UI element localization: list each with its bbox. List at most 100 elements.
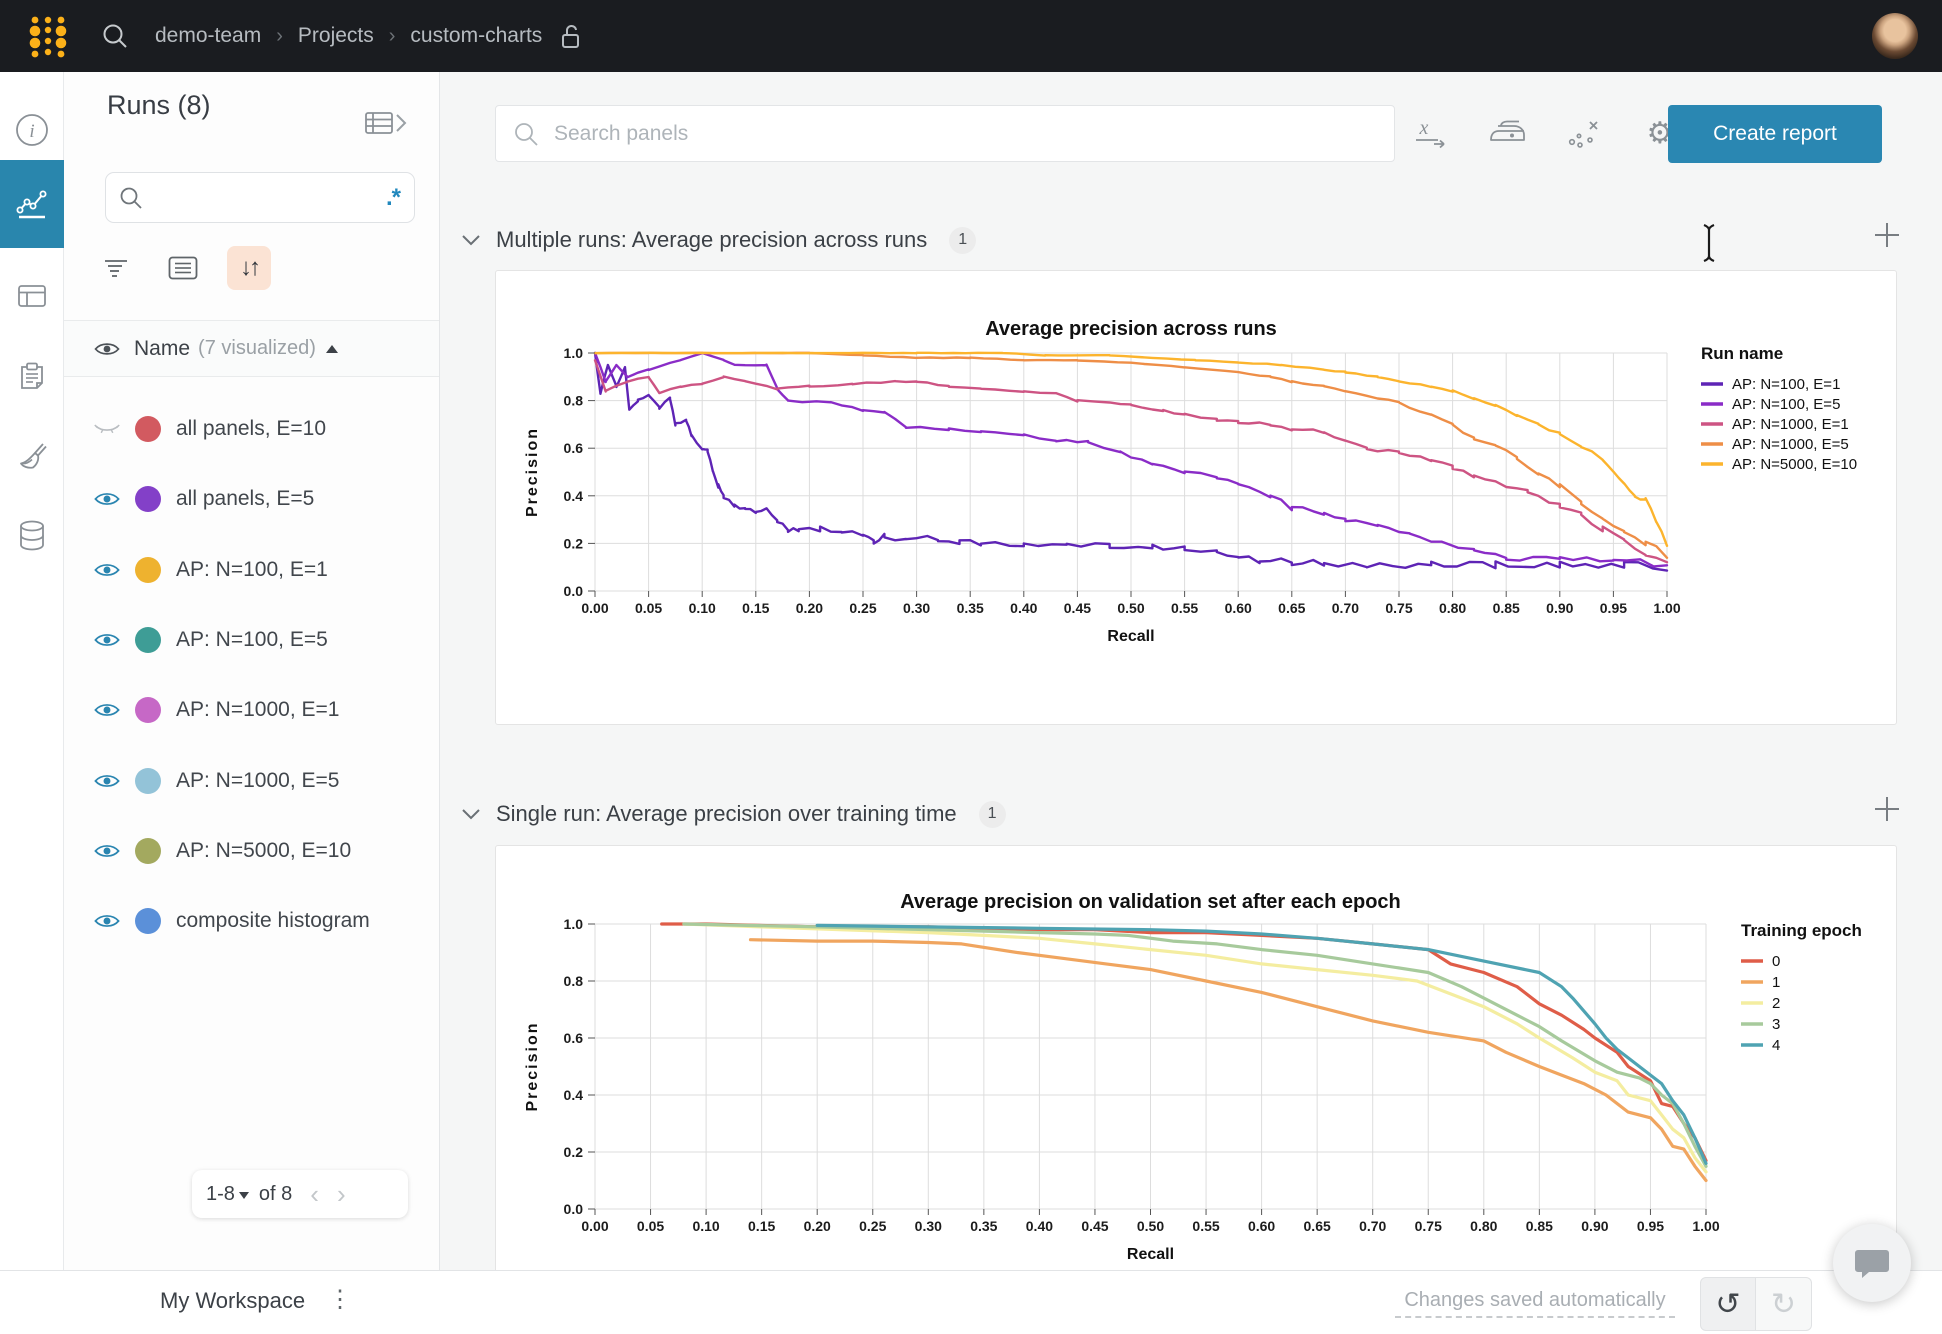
svg-text:2: 2 bbox=[1772, 995, 1780, 1012]
run-visibility-toggle[interactable] bbox=[94, 631, 120, 649]
eye-icon bbox=[94, 701, 120, 719]
chevron-down-icon[interactable] bbox=[239, 1192, 249, 1199]
add-panel-button[interactable] bbox=[1872, 794, 1902, 824]
runs-search-input[interactable] bbox=[154, 187, 386, 209]
prev-page-button[interactable]: ‹ bbox=[310, 1181, 319, 1207]
svg-text:Run name: Run name bbox=[1701, 344, 1783, 363]
run-row[interactable]: all panels, E=5 bbox=[64, 464, 439, 534]
workspace-toolbar-icons: x bbox=[1410, 105, 1682, 162]
eye-icon[interactable] bbox=[94, 340, 120, 358]
svg-text:0.95: 0.95 bbox=[1637, 1218, 1664, 1234]
svg-text:0.35: 0.35 bbox=[957, 600, 984, 616]
breadcrumb-team[interactable]: demo-team bbox=[155, 24, 261, 48]
run-visibility-toggle[interactable] bbox=[94, 420, 120, 438]
run-name: AP: N=5000, E=10 bbox=[176, 839, 351, 863]
svg-text:0.05: 0.05 bbox=[637, 1218, 664, 1234]
run-color-dot bbox=[135, 557, 161, 583]
svg-text:0.80: 0.80 bbox=[1439, 600, 1466, 616]
svg-text:0.8: 0.8 bbox=[564, 393, 584, 409]
runs-name-header[interactable]: Name (7 visualized) bbox=[64, 320, 439, 377]
collapse-section-button[interactable] bbox=[460, 807, 482, 821]
svg-text:0.25: 0.25 bbox=[849, 600, 876, 616]
run-visibility-toggle[interactable] bbox=[94, 772, 120, 790]
run-row[interactable]: composite histogram bbox=[64, 886, 439, 956]
chat-launcher-button[interactable] bbox=[1833, 1224, 1911, 1302]
panel-card-average-precision-validation[interactable]: 0.000.050.100.150.200.250.300.350.400.45… bbox=[495, 845, 1897, 1334]
page-total-label: of 8 bbox=[259, 1183, 292, 1206]
run-color-dot bbox=[135, 486, 161, 512]
bottom-bar: My Workspace ⋮ Changes saved automatical… bbox=[0, 1270, 1942, 1334]
group-button[interactable] bbox=[161, 246, 205, 290]
run-name: AP: N=100, E=1 bbox=[176, 558, 328, 582]
x-axis-settings-button[interactable]: x bbox=[1410, 112, 1454, 156]
collapse-section-button[interactable] bbox=[460, 233, 482, 247]
svg-text:0.10: 0.10 bbox=[692, 1218, 719, 1234]
svg-text:0.4: 0.4 bbox=[564, 488, 584, 504]
svg-text:Precision: Precision bbox=[524, 427, 541, 517]
run-row[interactable]: AP: N=100, E=5 bbox=[64, 605, 439, 675]
run-row[interactable]: AP: N=100, E=1 bbox=[64, 535, 439, 605]
rail-item-tables[interactable] bbox=[0, 256, 64, 336]
run-visibility-toggle[interactable] bbox=[94, 912, 120, 930]
svg-text:0.70: 0.70 bbox=[1332, 600, 1359, 616]
page-range-dropdown[interactable]: 1-8 bbox=[206, 1183, 235, 1206]
svg-text:0.90: 0.90 bbox=[1581, 1218, 1608, 1234]
visualized-count-label: (7 visualized) bbox=[198, 337, 316, 360]
panel-search-input[interactable] bbox=[554, 122, 1378, 146]
smoothing-button[interactable] bbox=[1486, 112, 1530, 156]
svg-text:0.45: 0.45 bbox=[1081, 1218, 1108, 1234]
undo-button[interactable]: ↺ bbox=[1700, 1277, 1756, 1331]
section-title[interactable]: Multiple runs: Average precision across … bbox=[496, 227, 927, 253]
run-visibility-toggle[interactable] bbox=[94, 842, 120, 860]
save-status-link[interactable]: Changes saved automatically bbox=[1395, 1289, 1675, 1318]
run-row[interactable]: AP: N=5000, E=10 bbox=[64, 816, 439, 886]
kebab-menu-icon[interactable]: ⋮ bbox=[328, 1285, 352, 1314]
svg-text:0.85: 0.85 bbox=[1526, 1218, 1553, 1234]
panel-card-average-precision-across-runs[interactable]: 0.000.050.100.150.200.250.300.350.400.45… bbox=[495, 270, 1897, 725]
rail-item-sweeps[interactable] bbox=[0, 416, 64, 496]
line-chart-icon bbox=[15, 187, 49, 221]
user-avatar[interactable] bbox=[1872, 13, 1918, 59]
outliers-button[interactable] bbox=[1562, 112, 1606, 156]
svg-text:AP: N=100, E=1: AP: N=100, E=1 bbox=[1732, 376, 1840, 393]
rail-item-info[interactable]: i bbox=[0, 90, 64, 170]
workspace-selector[interactable]: My Workspace bbox=[160, 1288, 305, 1314]
nav-search-icon[interactable] bbox=[100, 21, 130, 51]
runs-table-expand-button[interactable] bbox=[364, 110, 408, 136]
run-visibility-toggle[interactable] bbox=[94, 561, 120, 579]
wandb-workspace-page: demo-team › Projects › custom-charts i bbox=[0, 0, 1942, 1334]
eye-icon bbox=[94, 772, 120, 790]
svg-text:0.75: 0.75 bbox=[1385, 600, 1412, 616]
run-row[interactable]: AP: N=1000, E=5 bbox=[64, 745, 439, 815]
svg-text:0.2: 0.2 bbox=[564, 1144, 584, 1160]
rail-item-logs[interactable] bbox=[0, 336, 64, 416]
rail-item-artifacts[interactable] bbox=[0, 496, 64, 576]
run-row[interactable]: all panels, E=10 bbox=[64, 394, 439, 464]
filter-button[interactable] bbox=[95, 246, 139, 290]
redo-button[interactable]: ↻ bbox=[1756, 1277, 1812, 1331]
workspace-main: x bbox=[440, 72, 1942, 1334]
regex-toggle[interactable]: .* bbox=[386, 184, 402, 212]
svg-text:0.45: 0.45 bbox=[1064, 600, 1091, 616]
sort-button[interactable]: ↓↑ bbox=[227, 246, 271, 290]
breadcrumb-projects[interactable]: Projects bbox=[298, 24, 374, 48]
runs-controls: ↓↑ bbox=[95, 244, 271, 292]
section-title[interactable]: Single run: Average precision over train… bbox=[496, 801, 957, 827]
runs-pagination: 1-8 of 8 ‹ › bbox=[192, 1170, 408, 1218]
sort-asc-caret-icon bbox=[326, 345, 338, 353]
run-name: AP: N=1000, E=5 bbox=[176, 769, 339, 793]
run-name: AP: N=100, E=5 bbox=[176, 628, 328, 652]
rail-item-charts[interactable] bbox=[0, 160, 64, 248]
run-row[interactable]: AP: N=1000, E=1 bbox=[64, 675, 439, 745]
run-visibility-toggle[interactable] bbox=[94, 701, 120, 719]
breadcrumb-project-name[interactable]: custom-charts bbox=[410, 24, 542, 48]
svg-text:0.35: 0.35 bbox=[970, 1218, 997, 1234]
svg-text:1.00: 1.00 bbox=[1653, 600, 1680, 616]
wandb-logo[interactable] bbox=[27, 13, 69, 59]
create-report-button[interactable]: Create report bbox=[1668, 105, 1882, 163]
next-page-button[interactable]: › bbox=[337, 1181, 346, 1207]
svg-text:0.20: 0.20 bbox=[804, 1218, 831, 1234]
add-panel-button[interactable] bbox=[1872, 220, 1902, 250]
breadcrumb-separator: › bbox=[389, 25, 396, 48]
run-visibility-toggle[interactable] bbox=[94, 490, 120, 508]
